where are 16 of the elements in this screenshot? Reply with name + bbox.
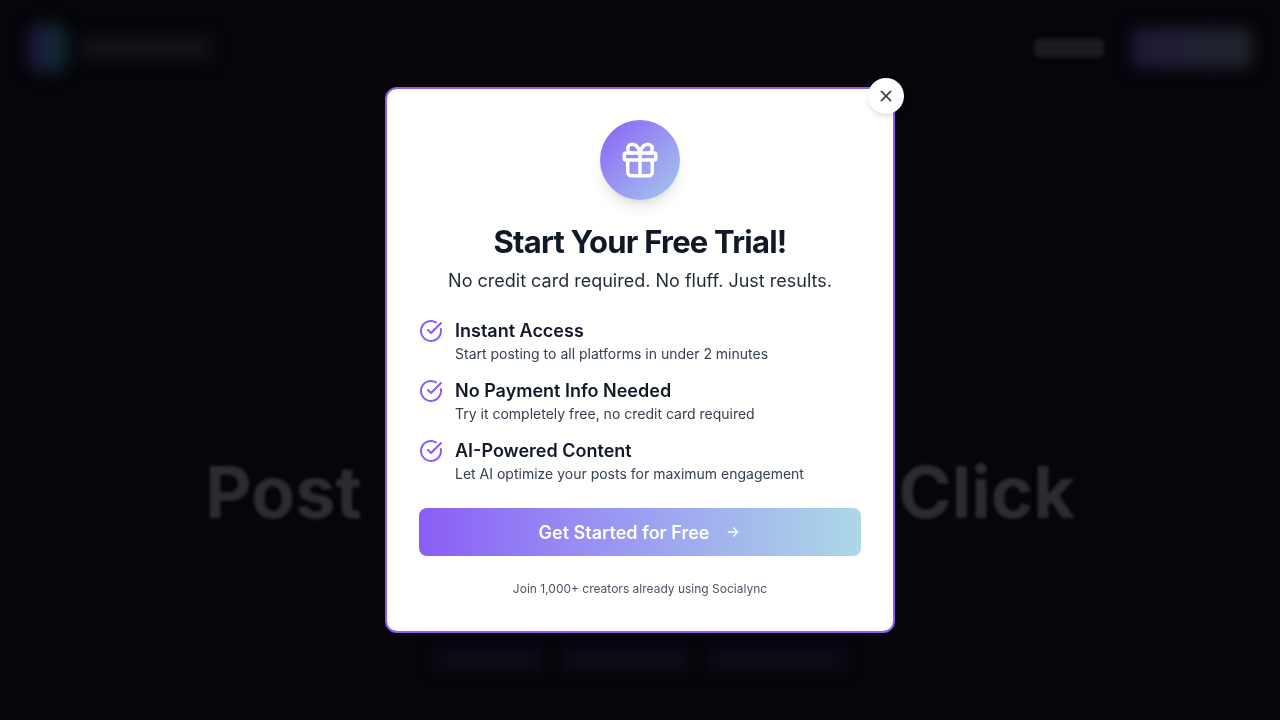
feature-description: Try it completely free, no credit card required <box>455 404 755 424</box>
feature-title: No Payment Info Needed <box>455 379 673 403</box>
feature-description: Let AI optimize your posts for maximum engagement <box>455 464 804 484</box>
close-button[interactable] <box>868 78 904 114</box>
feature-title: Instant Access <box>455 319 585 343</box>
footnote-text: Join 1,000+ creators already using Socialync <box>512 580 768 598</box>
check-circle-icon <box>419 319 443 343</box>
get-started-button[interactable]: Get Started for Free <box>419 508 861 556</box>
modal-title: Start Your Free Trial! <box>493 222 787 262</box>
modal-subtitle: No credit card required. No fluff. Just results. <box>448 269 832 293</box>
logo-placeholder <box>28 24 68 72</box>
check-circle-icon <box>419 379 443 403</box>
feature-description: Start posting to all platforms in under 2 minutes <box>455 344 769 364</box>
close-icon <box>878 88 894 104</box>
check-circle-icon <box>419 439 443 463</box>
feature-title: AI-Powered Content <box>455 439 633 463</box>
